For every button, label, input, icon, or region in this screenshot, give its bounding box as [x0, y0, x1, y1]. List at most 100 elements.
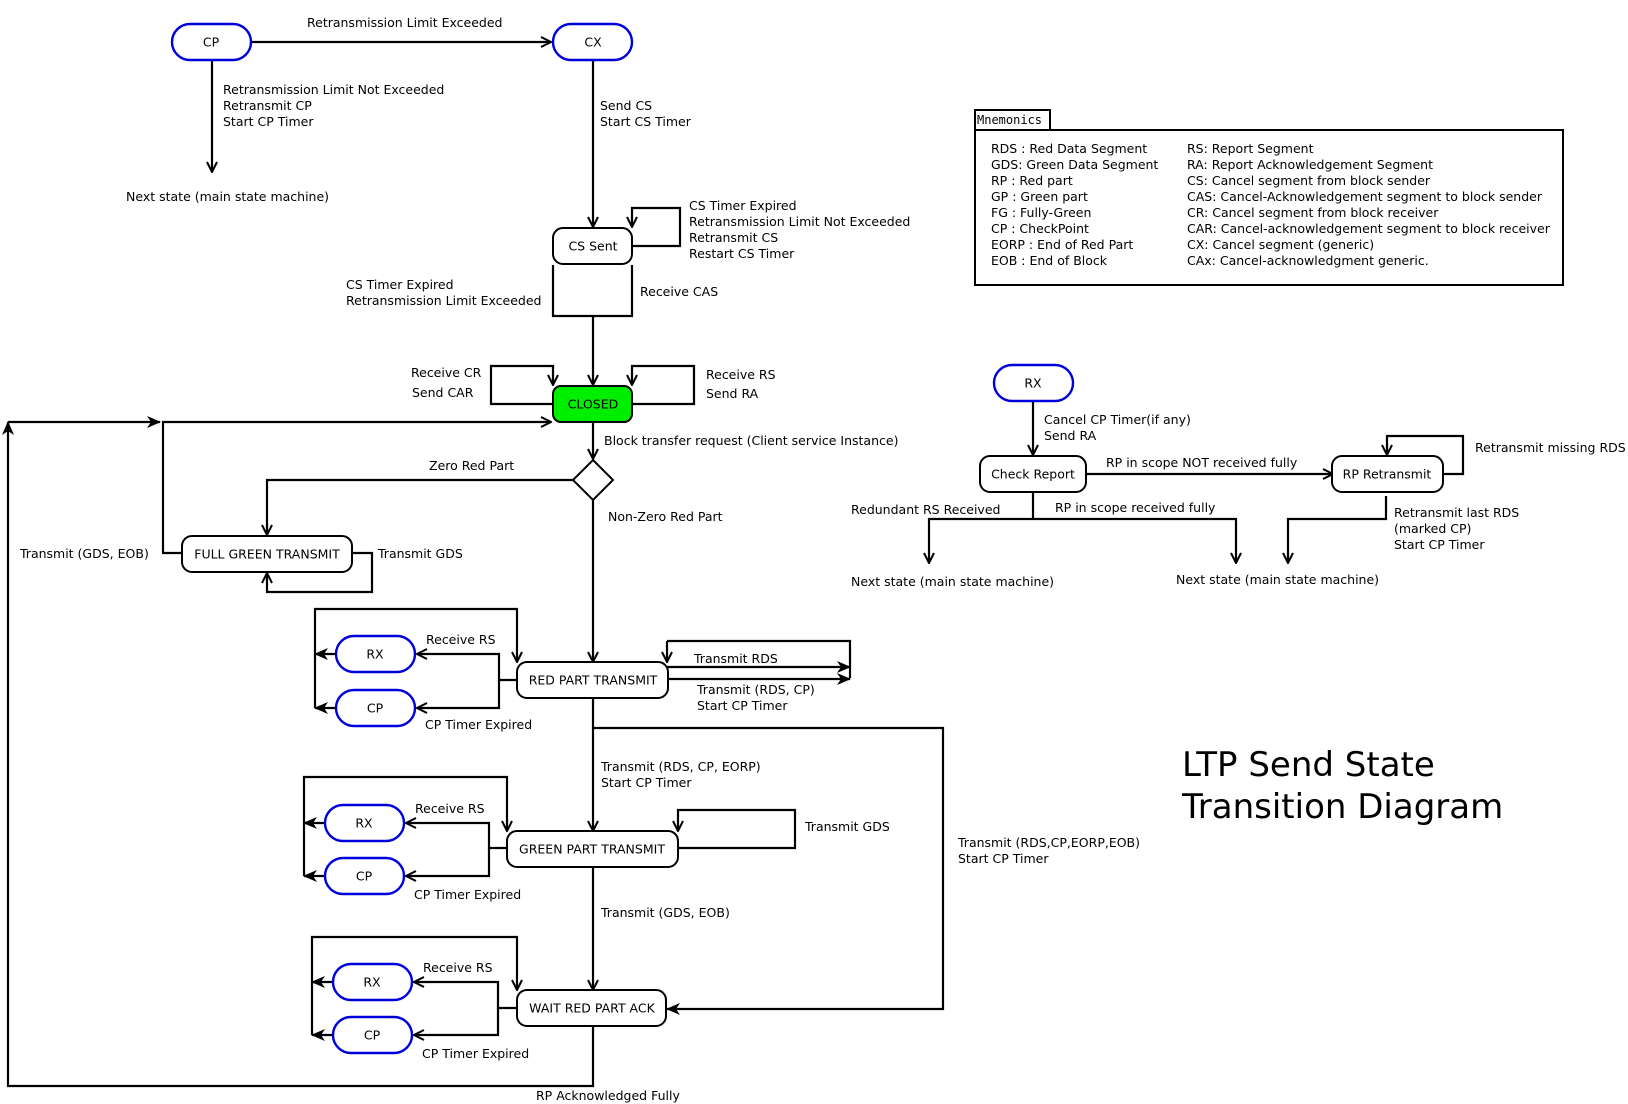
state-wait-red-part-ack[interactable]: WAIT RED PART ACK — [516, 989, 667, 1027]
label-cp-not-exceeded-3: Start CP Timer — [223, 114, 314, 129]
edge-red-to-rx — [417, 654, 517, 682]
decision-red-part[interactable] — [571, 458, 615, 502]
label-cs-self-1: CS Timer Expired — [689, 198, 797, 213]
state-label: CS Sent — [568, 239, 617, 254]
terminal-rx-sub[interactable]: RX — [992, 363, 1075, 403]
mnemonic-entry: GDS: Green Data Segment — [991, 157, 1158, 172]
edge-rp-ack-fully — [1, 421, 595, 1088]
mnemonics-right-column: RS: Report SegmentRA: Report Acknowledge… — [1187, 141, 1551, 268]
label-cp-not-exceeded-1: Retransmission Limit Not Exceeded — [223, 82, 444, 97]
label-cancel-cp-1: Cancel CP Timer(if any) — [1044, 412, 1191, 427]
edge-closed-self-right — [632, 364, 696, 406]
terminal-rx-green[interactable]: RX — [323, 803, 406, 843]
terminal-label: RX — [355, 816, 373, 831]
ltp-state-diagram: CP CX CS Sent CLOSED FULL GREEN TRANSMIT… — [1, 15, 1626, 1103]
terminal-label: CX — [584, 35, 602, 50]
label-rp-ack-fully: RP Acknowledged Fully — [536, 1088, 680, 1103]
state-label: GREEN PART TRANSMIT — [519, 842, 665, 857]
label-cs-self-4: Restart CS Timer — [689, 246, 795, 261]
mnemonic-entry: CAx: Cancel-acknowledgment generic. — [1187, 253, 1429, 268]
edge-receive-cas — [593, 265, 634, 318]
edge-wait-to-rx — [414, 982, 517, 1010]
label-wait-receive-rs: Receive RS — [423, 960, 493, 975]
label-send-cs-2: Start CS Timer — [600, 114, 692, 129]
label-redundant-rs: Redundant RS Received — [851, 502, 1000, 517]
edge-green-to-rx — [406, 823, 507, 850]
terminal-label: CP — [364, 1028, 381, 1043]
state-full-green-transmit[interactable]: FULL GREEN TRANSMIT — [181, 535, 353, 573]
label-transmit-gds-eob: Transmit (GDS, EOB) — [600, 905, 730, 920]
mnemonic-entry: RA: Report Acknowledgement Segment — [1187, 157, 1433, 172]
label-retransmit-last-1: Retransmit last RDS — [1394, 505, 1519, 520]
label-send-car: Send CAR — [412, 385, 474, 400]
edge-redundant-rs — [929, 517, 1033, 563]
terminal-cp-red[interactable]: CP — [334, 688, 417, 728]
label-zero-red: Zero Red Part — [429, 458, 514, 473]
edge-zero-red — [267, 478, 573, 535]
terminal-rx-wait[interactable]: RX — [331, 962, 414, 1002]
edge-cs-exceeded — [551, 265, 593, 318]
label-rp-not-received: RP in scope NOT received fully — [1106, 455, 1298, 470]
label-green-cp-timer: CP Timer Expired — [414, 887, 521, 902]
terminal-label: CP — [356, 869, 373, 884]
label-next-state-3: Next state (main state machine) — [1176, 572, 1379, 587]
edge-cs-sent-self — [632, 206, 682, 248]
label-next-state-2: Next state (main state machine) — [851, 574, 1054, 589]
label-cs-exceeded-2: Retransmission Limit Exceeded — [346, 293, 542, 308]
label-retransmit-missing: Retransmit missing RDS — [1475, 440, 1626, 455]
state-rp-retransmit[interactable]: RP Retransmit — [1331, 455, 1444, 493]
terminal-label: RX — [1024, 376, 1042, 391]
label-send-cs-1: Send CS — [600, 98, 652, 113]
edge-retransmit-last — [1288, 496, 1388, 563]
mnemonic-entry: CR: Cancel segment from block receiver — [1187, 205, 1439, 220]
terminal-label: CP — [367, 701, 384, 716]
terminal-label: RX — [366, 647, 384, 662]
label-wait-cp-timer: CP Timer Expired — [422, 1046, 529, 1061]
label-closed-receive-rs: Receive RS — [706, 367, 776, 382]
label-retx-limit-exceeded: Retransmission Limit Exceeded — [307, 15, 503, 30]
mnemonic-entry: EORP : End of Red Part — [991, 237, 1133, 252]
label-transmit-rds-cp-2: Start CP Timer — [697, 698, 788, 713]
label-red-cp-timer: CP Timer Expired — [425, 717, 532, 732]
label-next-state-1: Next state (main state machine) — [126, 189, 329, 204]
label-receive-cr: Receive CR — [411, 365, 482, 380]
terminal-cp-top[interactable]: CP — [170, 22, 253, 62]
terminal-label: RX — [363, 975, 381, 990]
edge-full-green-to-closed — [161, 422, 551, 555]
label-transmit-gds-fg: Transmit GDS — [377, 546, 463, 561]
label-transmit-rds-cp-1: Transmit (RDS, CP) — [696, 682, 815, 697]
mnemonic-entry: RDS : Red Data Segment — [991, 141, 1147, 156]
mnemonic-entry: RP : Red part — [991, 173, 1073, 188]
label-cs-self-2: Retransmission Limit Not Exceeded — [689, 214, 910, 229]
state-green-part-transmit[interactable]: GREEN PART TRANSMIT — [506, 830, 679, 868]
edge-green-to-cp — [406, 848, 491, 876]
mnemonics-panel: Mnemonics RDS : Red Data SegmentGDS: Gre… — [974, 109, 1564, 286]
label-transmit-all-1: Transmit (RDS,CP,EORP,EOB) — [957, 835, 1140, 850]
state-closed[interactable]: CLOSED — [552, 385, 633, 423]
terminal-cp-wait[interactable]: CP — [331, 1015, 414, 1055]
mnemonic-entry: CP : CheckPoint — [991, 221, 1089, 236]
terminal-rx-red[interactable]: RX — [334, 634, 417, 674]
state-red-part-transmit[interactable]: RED PART TRANSMIT — [516, 661, 669, 699]
label-transmit-gds-eob-fg: Transmit (GDS, EOB) — [19, 546, 149, 561]
label-rp-received: RP in scope received fully — [1055, 500, 1216, 515]
terminal-cx[interactable]: CX — [551, 22, 634, 62]
mnemonic-entry: CS: Cancel segment from block sender — [1187, 173, 1431, 188]
diagram-title-line-2: Transition Diagram — [1181, 787, 1503, 827]
label-send-ra: Send RA — [706, 386, 759, 401]
state-label: FULL GREEN TRANSMIT — [194, 547, 340, 562]
label-cs-exceeded-1: CS Timer Expired — [346, 277, 454, 292]
label-cs-self-3: Retransmit CS — [689, 230, 778, 245]
label-nonzero-red: Non-Zero Red Part — [608, 509, 723, 524]
terminal-cp-green[interactable]: CP — [323, 856, 406, 896]
mnemonic-entry: CX: Cancel segment (generic) — [1187, 237, 1374, 252]
label-transmit-all-2: Start CP Timer — [958, 851, 1049, 866]
state-check-report[interactable]: Check Report — [979, 455, 1087, 493]
label-receive-cas: Receive CAS — [640, 284, 718, 299]
mnemonic-entry: FG : Fully-Green — [991, 205, 1091, 220]
label-retransmit-last-3: Start CP Timer — [1394, 537, 1485, 552]
state-cs-sent[interactable]: CS Sent — [552, 227, 633, 265]
edge-green-self — [678, 808, 797, 850]
mnemonic-entry: EOB : End of Block — [991, 253, 1108, 268]
mnemonic-entry: RS: Report Segment — [1187, 141, 1314, 156]
